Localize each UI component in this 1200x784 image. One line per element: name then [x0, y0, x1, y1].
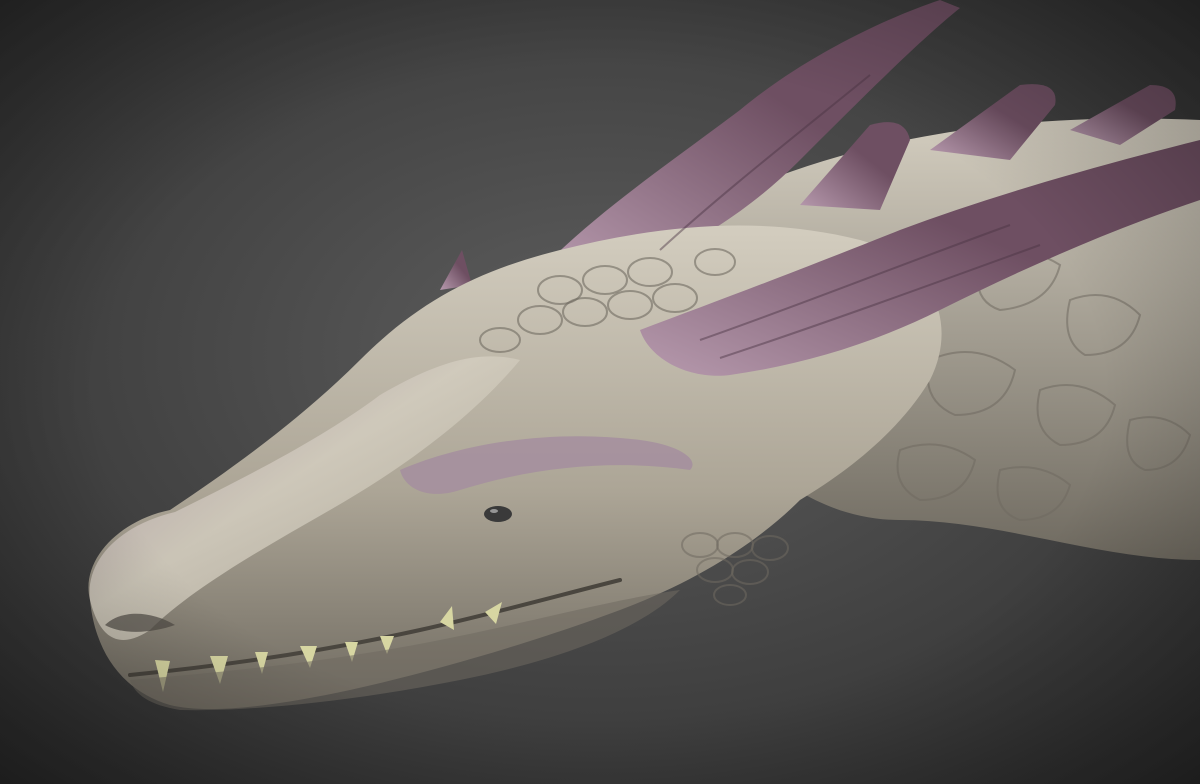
viewport-canvas: [0, 0, 1200, 784]
vignette-overlay: [0, 0, 1200, 784]
dragon-sculpt-render: [0, 0, 1200, 784]
